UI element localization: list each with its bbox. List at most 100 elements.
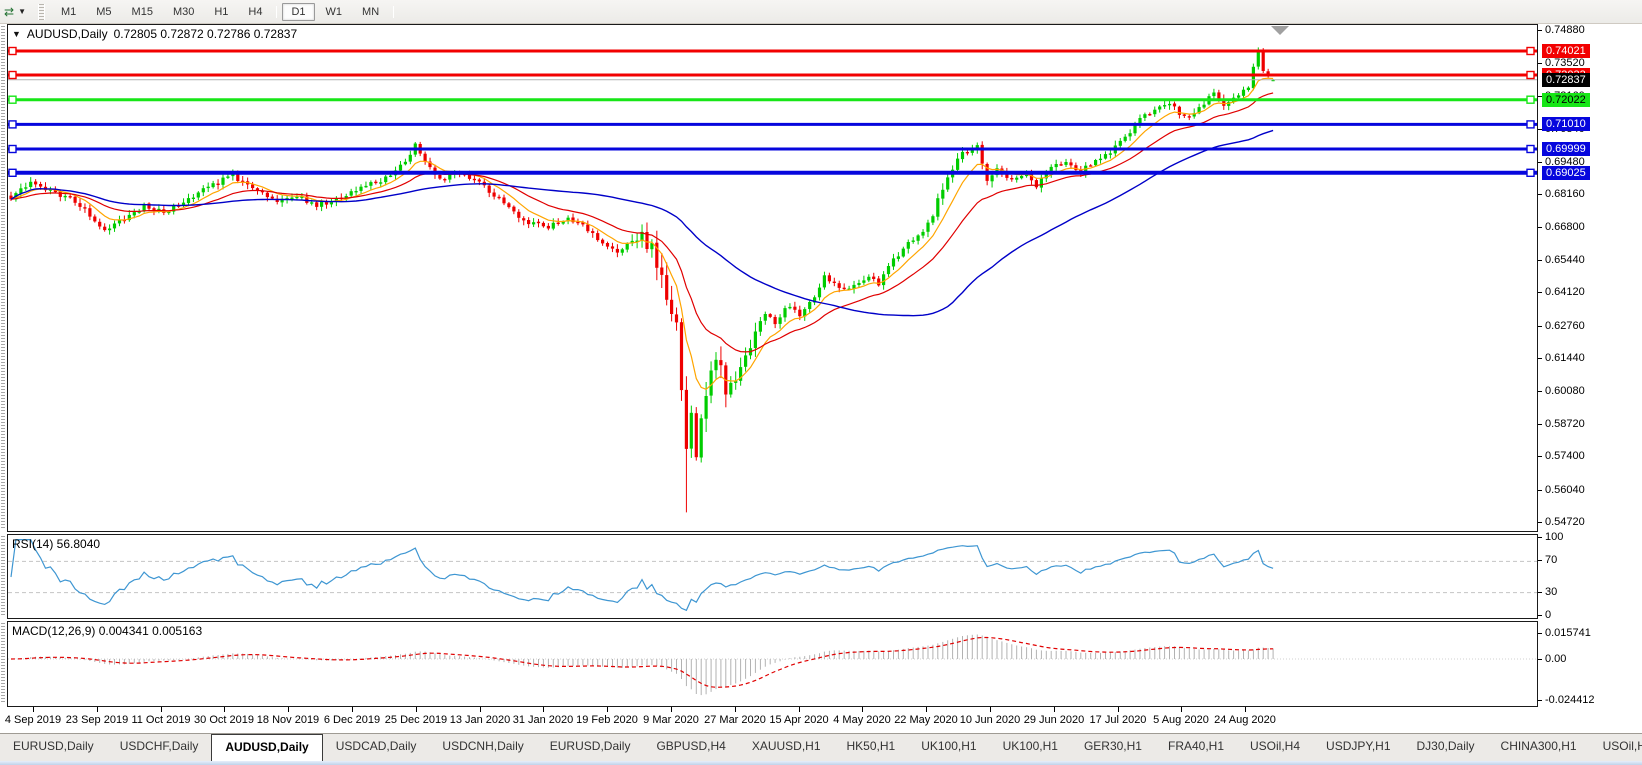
chart-tab-usdjpy[interactable]: USDJPY,H1: [1313, 734, 1403, 762]
price-tick-label: 0.57400: [1538, 450, 1585, 463]
price-tick-label: 0.60080: [1538, 385, 1585, 398]
horizontal-lines[interactable]: [8, 48, 1537, 177]
candles: [9, 47, 1274, 512]
chart-tab-eurusd[interactable]: EURUSD,Daily: [0, 734, 107, 762]
timeframe-button-w1[interactable]: W1: [317, 3, 352, 21]
date-tick: [416, 707, 417, 712]
chart-tab-china300[interactable]: CHINA300,H1: [1488, 734, 1590, 762]
price-chart-panel[interactable]: ▼ AUDUSD,Daily 0.72805 0.72872 0.72786 0…: [7, 24, 1538, 532]
rsi-tick-label: 100: [1538, 531, 1563, 544]
chart-tab-gbpusd[interactable]: GBPUSD,H4: [643, 734, 738, 762]
chart-title: ▼ AUDUSD,Daily 0.72805 0.72872 0.72786 0…: [12, 27, 297, 41]
chart-tab-usoil[interactable]: USOil,H4: [1237, 734, 1313, 762]
macd-label: MACD(12,26,9) 0.004341 0.005163: [12, 624, 202, 638]
chart-tab-xauusd[interactable]: XAUUSD,H1: [739, 734, 834, 762]
chart-tab-audusd[interactable]: AUDUSD,Daily: [211, 734, 322, 762]
chart-tab-uk100[interactable]: UK100,H1: [908, 734, 989, 762]
timeframe-button-m1[interactable]: M1: [52, 3, 85, 21]
date-tick: [926, 707, 927, 712]
date-tick: [288, 707, 289, 712]
toolbar-separator: [276, 6, 277, 18]
chart-tab-ger30[interactable]: GER30,H1: [1071, 734, 1155, 762]
price-tick-label: 0.65440: [1538, 254, 1585, 267]
chart-tab-dj30[interactable]: DJ30,Daily: [1404, 734, 1488, 762]
timeframe-button-d1[interactable]: D1: [282, 3, 314, 21]
date-tick: [97, 707, 98, 712]
chart-collapse-icon[interactable]: ▼: [12, 29, 21, 39]
hline-price-badge: 0.74021: [1542, 44, 1590, 58]
timeframe-button-m15[interactable]: M15: [123, 3, 162, 21]
chart-tab-bar: EURUSD,DailyUSDCHF,DailyAUDUSD,DailyUSDC…: [0, 733, 1642, 762]
hline-price-badge: 0.72022: [1542, 93, 1590, 107]
macd-tick-label: 0.015741: [1538, 627, 1591, 640]
rsi-tick-label: 70: [1538, 554, 1557, 567]
chart-symbol-period: AUDUSD,Daily: [27, 27, 108, 41]
price-tick-label: 0.64120: [1538, 286, 1585, 299]
date-tick: [224, 707, 225, 712]
chart-arrange-dropdown-icon[interactable]: ▼: [18, 7, 26, 16]
date-tick: [1118, 707, 1119, 712]
timeframe-button-h4[interactable]: H4: [239, 3, 271, 21]
chart-arrange-icon[interactable]: ⇄: [4, 5, 14, 19]
date-tick: [862, 707, 863, 712]
timeframe-button-m5[interactable]: M5: [87, 3, 120, 21]
macd-histogram: [11, 635, 1273, 696]
date-tick: [607, 707, 608, 712]
date-tick: [543, 707, 544, 712]
chart-tab-eurusd[interactable]: EURUSD,Daily: [537, 734, 644, 762]
rsi-plot: [8, 535, 1537, 618]
hline-price-badge: 0.71010: [1542, 117, 1590, 131]
macd-tick-label: -0.024412: [1538, 694, 1595, 707]
price-axis[interactable]: 0.748800.735200.721600.708400.694800.681…: [1538, 24, 1642, 707]
macd-tick-label: 0.00: [1538, 653, 1566, 666]
price-tick-label: 0.62760: [1538, 320, 1585, 333]
timeframe-button-h1[interactable]: H1: [205, 3, 237, 21]
date-tick: [1245, 707, 1246, 712]
date-tick: [480, 707, 481, 712]
date-tick: [1181, 707, 1182, 712]
date-label: 24 Aug 2020: [1200, 714, 1290, 726]
chart-tab-fra40[interactable]: FRA40,H1: [1155, 734, 1237, 762]
date-tick: [33, 707, 34, 712]
timeframe-buttons: M1M5M15M30H1H4 D1W1MN: [51, 6, 398, 18]
date-tick: [671, 707, 672, 712]
toolbar-separator: [393, 6, 394, 18]
price-tick-label: 0.61440: [1538, 352, 1585, 365]
current-price-badge: 0.72837: [1542, 73, 1590, 87]
rsi-tick-label: 30: [1538, 586, 1557, 599]
status-bar-edge: [0, 761, 1642, 765]
macd-panel-grip[interactable]: [1, 623, 5, 704]
price-tick-label: 0.56040: [1538, 484, 1585, 497]
price-tick-label: 0.58720: [1538, 418, 1585, 431]
toolbar-drag-handle[interactable]: [38, 4, 45, 20]
chart-tab-usdchf[interactable]: USDCHF,Daily: [107, 734, 212, 762]
date-tick: [799, 707, 800, 712]
price-tick-label: 0.74880: [1538, 24, 1585, 37]
chart-ohlc-values: 0.72805 0.72872 0.72786 0.72837: [114, 27, 298, 41]
chart-tab-usdcad[interactable]: USDCAD,Daily: [323, 734, 430, 762]
price-tick-label: 0.68160: [1538, 188, 1585, 201]
price-tick-label: 0.66800: [1538, 221, 1585, 234]
timeframe-button-mn[interactable]: MN: [353, 3, 388, 21]
date-axis[interactable]: 4 Sep 201923 Sep 201911 Oct 201930 Oct 2…: [7, 707, 1538, 731]
rsi-panel-grip[interactable]: [1, 536, 5, 616]
main-panel-grip[interactable]: [1, 26, 5, 528]
date-tick: [735, 707, 736, 712]
macd-plot: [8, 622, 1537, 706]
macd-panel[interactable]: MACD(12,26,9) 0.004341 0.005163: [7, 621, 1538, 707]
chart-tab-uk100[interactable]: UK100,H1: [990, 734, 1071, 762]
chart-shift-marker-icon[interactable]: [1271, 26, 1289, 35]
mt4-window: ⇄ ▼ M1M5M15M30H1H4 D1W1MN ▼ AUDUSD,Daily …: [0, 0, 1642, 765]
chart-tab-hk50[interactable]: HK50,H1: [834, 734, 909, 762]
rsi-panel[interactable]: RSI(14) 56.8040: [7, 534, 1538, 619]
chart-tab-usdcnh[interactable]: USDCNH,Daily: [429, 734, 536, 762]
rsi-tick-label: 0: [1538, 609, 1551, 622]
rsi-label: RSI(14) 56.8040: [12, 537, 100, 551]
price-tick-label: 0.54720: [1538, 516, 1585, 529]
date-tick: [352, 707, 353, 712]
candlestick-chart[interactable]: [8, 25, 1537, 531]
chart-tab-usoil[interactable]: USOil,H1: [1590, 734, 1642, 762]
date-tick: [990, 707, 991, 712]
timeframe-button-m30[interactable]: M30: [164, 3, 203, 21]
hline-price-badge: 0.69025: [1542, 166, 1590, 180]
